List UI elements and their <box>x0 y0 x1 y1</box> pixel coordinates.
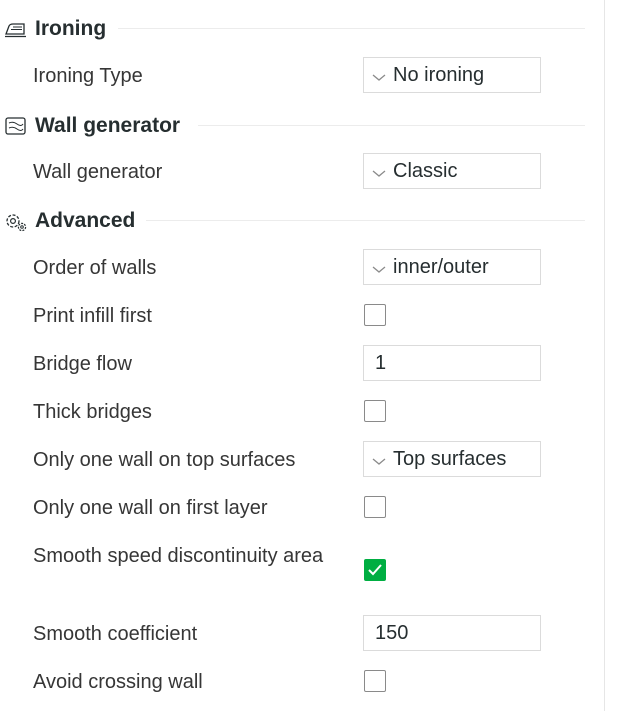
wall-generator-combobox[interactable]: Classic <box>363 153 541 189</box>
thick-bridges-label: Thick bridges <box>33 401 152 423</box>
bridge-flow-value: 1 <box>375 352 387 374</box>
section-title-wall-generator: Wall generator <box>35 114 181 137</box>
section-title-ironing: Ironing <box>35 17 107 40</box>
section-header-wall-generator: Wall generator <box>0 114 600 138</box>
chevron-down-icon <box>371 454 387 465</box>
avoid-crossing-wall-checkbox[interactable] <box>364 670 386 692</box>
order-of-walls-label: Order of walls <box>33 257 157 279</box>
avoid-crossing-wall-label: Avoid crossing wall <box>33 671 203 693</box>
gear-icon <box>4 211 28 232</box>
section-header-ironing: Ironing <box>0 17 600 41</box>
smooth-coefficient-value: 150 <box>375 622 409 644</box>
bridge-flow-input[interactable]: 1 <box>363 345 541 381</box>
wall-generator-icon <box>4 116 28 136</box>
order-of-walls-value: inner/outer <box>393 256 489 278</box>
ironing-type-combobox[interactable]: No ironing <box>363 57 541 93</box>
smooth-coefficient-label: Smooth coefficient <box>33 623 198 645</box>
section-divider <box>198 125 585 126</box>
ironing-type-value: No ironing <box>393 64 485 86</box>
wall-generator-label: Wall generator <box>33 161 163 183</box>
chevron-down-icon <box>371 166 387 177</box>
section-divider <box>118 28 585 29</box>
section-title-advanced: Advanced <box>35 209 136 232</box>
only-one-wall-first-label: Only one wall on first layer <box>33 497 268 519</box>
smooth-speed-checkbox[interactable] <box>364 559 386 581</box>
check-icon <box>368 564 382 576</box>
only-one-wall-top-label: Only one wall on top surfaces <box>33 449 296 471</box>
print-infill-first-checkbox[interactable] <box>364 304 386 326</box>
scrollbar[interactable] <box>604 0 617 711</box>
ironing-type-label: Ironing Type <box>33 65 143 87</box>
chevron-down-icon <box>371 262 387 273</box>
section-header-advanced: Advanced <box>0 209 600 233</box>
section-divider <box>146 220 585 221</box>
only-one-wall-top-value: Top surfaces <box>393 448 507 470</box>
wall-generator-value: Classic <box>393 160 458 182</box>
only-one-wall-top-combobox[interactable]: Top surfaces <box>363 441 541 477</box>
bridge-flow-label: Bridge flow <box>33 353 132 375</box>
chevron-down-icon <box>371 70 387 81</box>
only-one-wall-first-checkbox[interactable] <box>364 496 386 518</box>
order-of-walls-combobox[interactable]: inner/outer <box>363 249 541 285</box>
smooth-speed-label: Smooth speed discontinuity area <box>33 545 324 567</box>
smooth-coefficient-input[interactable]: 150 <box>363 615 541 651</box>
print-infill-first-label: Print infill first <box>33 305 152 327</box>
ironing-icon <box>4 19 28 39</box>
thick-bridges-checkbox[interactable] <box>364 400 386 422</box>
